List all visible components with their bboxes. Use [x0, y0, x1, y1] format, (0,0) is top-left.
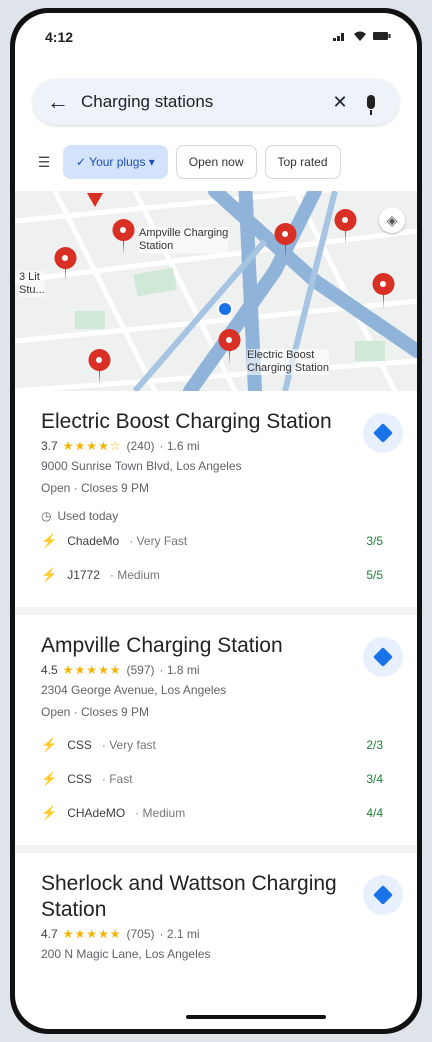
hours: Open · Closes 9 PM — [41, 481, 150, 495]
battery-icon — [373, 31, 391, 44]
plug-icon: ⚡ — [41, 737, 58, 752]
used-today-label: Used today — [57, 509, 119, 523]
distance: · 1.8 mi — [159, 663, 200, 677]
plug-name: CSS — [67, 772, 92, 786]
directions-button[interactable] — [363, 413, 403, 453]
map-label-electric-boost: Electric Boost Charging Station — [247, 349, 329, 375]
layers-icon[interactable]: ◈ — [379, 207, 405, 233]
status-time: 4:12 — [45, 29, 74, 45]
result-card[interactable]: Ampville Charging Station 4.5 ★★★★★ (597… — [15, 615, 417, 845]
directions-icon — [373, 647, 393, 667]
result-title[interactable]: Electric Boost Charging Station — [41, 409, 397, 435]
back-arrow-icon[interactable]: ← — [47, 89, 81, 115]
plug-name: ChadeMo — [67, 534, 120, 548]
used-today: ◷ Used today — [41, 509, 397, 523]
directions-button[interactable] — [363, 875, 403, 915]
plug-icon: ⚡ — [41, 533, 58, 548]
plug-availability: 3/4 — [366, 772, 383, 786]
rating-line: 4.7 ★★★★★ (705) · 2.1 mi — [41, 927, 397, 941]
directions-button[interactable] — [363, 637, 403, 677]
wifi-icon — [353, 31, 367, 44]
status-bar: 4:12 — [15, 13, 417, 61]
rating-line: 4.5 ★★★★★ (597) · 1.8 mi — [41, 663, 397, 677]
hours: Open · Closes 9 PM — [41, 705, 150, 719]
result-card[interactable]: Sherlock and Wattson Charging Station 4.… — [15, 853, 417, 975]
plug-speed: · Very fast — [101, 738, 156, 752]
search-input[interactable]: Charging stations — [81, 92, 323, 112]
plug-row: ⚡ ChadeMo · Very Fast 3/5 — [41, 533, 383, 549]
home-indicator[interactable] — [186, 1015, 326, 1019]
plug-icon: ⚡ — [41, 805, 58, 820]
review-count: (240) — [126, 439, 155, 453]
review-count: (705) — [126, 927, 155, 941]
directions-icon — [373, 423, 393, 443]
search-bar[interactable]: ← Charging stations ✕ — [33, 79, 399, 125]
rating-value: 4.5 — [41, 663, 58, 677]
status-icons — [333, 31, 391, 44]
chip-open-now[interactable]: Open now — [175, 145, 257, 179]
map-view[interactable]: Ampville Charging Station Electric Boost… — [15, 191, 417, 391]
directions-icon — [373, 885, 393, 905]
result-title[interactable]: Ampville Charging Station — [41, 633, 397, 659]
plug-icon: ⚡ — [41, 771, 58, 786]
rating-line: 3.7 ★★★★☆ (240) · 1.6 mi — [41, 439, 397, 453]
star-rating: ★★★★★ — [62, 927, 122, 941]
chip-top-rated[interactable]: Top rated — [264, 145, 341, 179]
screen: 4:12 ← Charging stations ✕ ☰ ✓ Your plug… — [15, 13, 417, 1029]
distance: · 1.6 mi — [159, 439, 200, 453]
plug-row: ⚡ CSS · Fast 3/4 — [41, 771, 383, 787]
divider — [15, 845, 417, 853]
signal-icon — [333, 31, 347, 44]
address: 2304 George Avenue, Los Angeles — [41, 683, 227, 697]
plug-speed: · Medium — [135, 806, 186, 820]
plug-availability: 5/5 — [366, 568, 383, 582]
plug-speed: · Fast — [101, 772, 133, 786]
mic-icon[interactable] — [357, 95, 385, 115]
clock-icon: ◷ — [41, 509, 52, 523]
plug-row: ⚡ CHAdeMO · Medium 4/4 — [41, 805, 383, 821]
plug-row: ⚡ J1772 · Medium 5/5 — [41, 567, 383, 583]
chip-your-plugs[interactable]: ✓ Your plugs ▾ — [63, 145, 168, 179]
divider — [15, 607, 417, 615]
plug-name: J1772 — [67, 568, 100, 582]
plug-speed: · Medium — [109, 568, 160, 582]
star-rating: ★★★★☆ — [62, 439, 122, 453]
plug-availability: 4/4 — [366, 806, 383, 820]
plug-availability: 3/5 — [366, 534, 383, 548]
plug-name: CSS — [67, 738, 92, 752]
map-label-left: 3 Lit Stu... — [19, 271, 45, 297]
star-rating: ★★★★★ — [62, 663, 122, 677]
plug-row: ⚡ CSS · Very fast 2/3 — [41, 737, 383, 753]
plug-speed: · Very Fast — [129, 534, 188, 548]
address: 9000 Sunrise Town Blvd, Los Angeles — [41, 459, 242, 473]
map-canvas — [15, 191, 417, 391]
plug-icon: ⚡ — [41, 567, 58, 582]
tune-icon[interactable]: ☰ — [33, 151, 55, 173]
clear-icon[interactable]: ✕ — [323, 92, 357, 113]
review-count: (597) — [126, 663, 155, 677]
rating-value: 3.7 — [41, 439, 58, 453]
filter-chips: ☰ ✓ Your plugs ▾ Open now Top rated — [33, 145, 417, 179]
plug-name: CHAdeMO — [67, 806, 126, 820]
address: 200 N Magic Lane, Los Angeles — [41, 947, 211, 961]
phone-frame: 4:12 ← Charging stations ✕ ☰ ✓ Your plug… — [10, 8, 422, 1034]
plug-availability: 2/3 — [366, 738, 383, 752]
result-card[interactable]: Electric Boost Charging Station 3.7 ★★★★… — [15, 391, 417, 607]
rating-value: 4.7 — [41, 927, 58, 941]
distance: · 2.1 mi — [159, 927, 200, 941]
result-title[interactable]: Sherlock and Wattson Charging Station — [41, 871, 397, 923]
map-label-ampville: Ampville Charging Station — [139, 227, 229, 253]
